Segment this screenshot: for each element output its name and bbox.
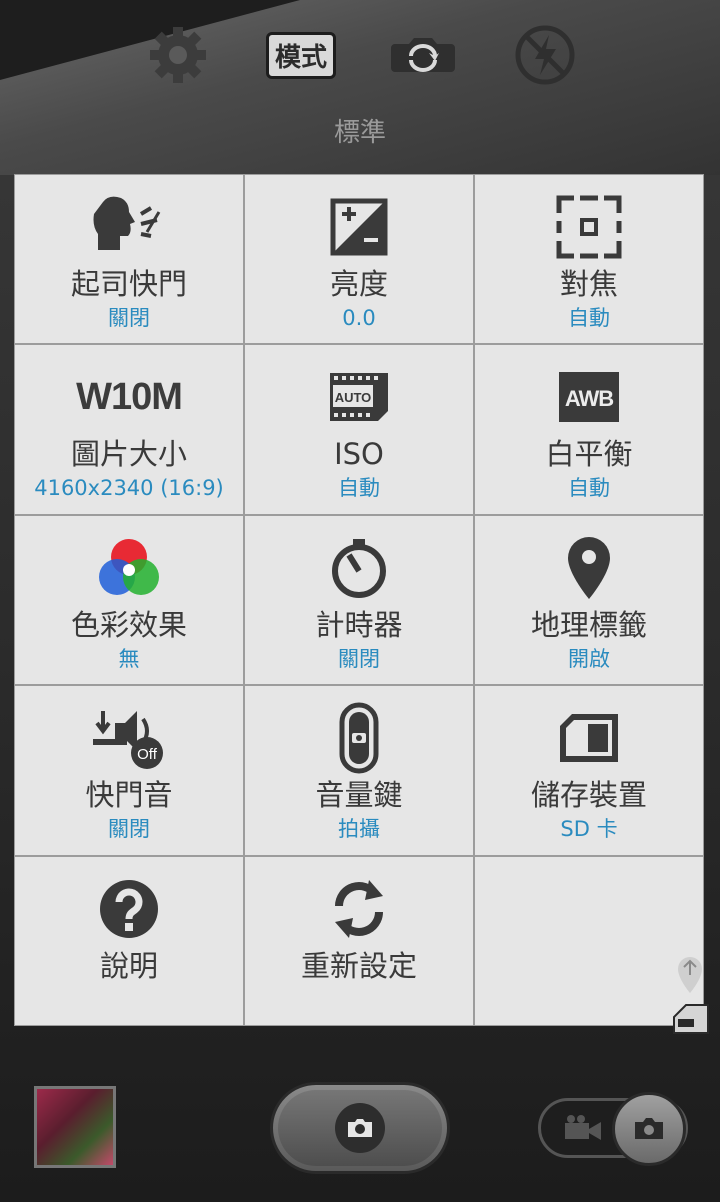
settings-grid: 起司快門 關閉 亮度 0.0 對焦 自動 W10M 圖片大小 4160x2340… xyxy=(14,174,704,1026)
setting-title: 起司快門 xyxy=(70,267,187,301)
iso-auto-icon: AUTO xyxy=(245,357,473,437)
sd-card-icon xyxy=(475,698,703,778)
top-toolbar: 模式 xyxy=(0,20,720,94)
setting-value: 自動 xyxy=(338,476,380,501)
mode-button-label: 模式 xyxy=(265,31,336,79)
setting-title: 圖片大小 xyxy=(70,437,187,472)
help-icon xyxy=(15,869,243,949)
resolution-icon-text: W10M xyxy=(76,375,183,418)
setting-value: 自動 xyxy=(568,306,610,330)
setting-brightness[interactable]: 亮度 0.0 xyxy=(244,174,474,345)
side-status-icons xyxy=(672,955,712,1040)
setting-title: 對焦 xyxy=(559,267,618,301)
flash-off-icon[interactable] xyxy=(510,20,580,90)
resolution-icon: W10M xyxy=(15,357,243,437)
reset-icon xyxy=(245,869,473,949)
setting-title: 說明 xyxy=(99,948,158,983)
setting-focus[interactable]: 對焦 自動 xyxy=(474,174,704,345)
setting-reset[interactable]: 重新設定 xyxy=(244,855,474,1026)
setting-title: 白平衡 xyxy=(545,437,633,472)
volume-key-icon xyxy=(245,698,473,778)
awb-icon-text: AWB xyxy=(565,386,613,411)
current-mode-label: 標準 xyxy=(333,118,386,148)
setting-value: 無 xyxy=(118,646,140,671)
setting-geotag[interactable]: 地理標籤 開啟 xyxy=(474,514,704,686)
setting-value: 關閉 xyxy=(108,306,150,330)
iso-icon-text: AUTO xyxy=(335,390,372,405)
setting-value: SD 卡 xyxy=(560,817,618,842)
setting-title: 地理標籤 xyxy=(530,607,647,642)
switch-camera-icon[interactable] xyxy=(385,20,461,90)
exposure-icon xyxy=(245,187,473,267)
empty-cell xyxy=(474,855,704,1026)
settings-gear-icon[interactable] xyxy=(143,20,213,90)
awb-icon: AWB xyxy=(475,357,703,437)
camera-mode-knob[interactable] xyxy=(612,1092,686,1166)
shutter-sound-off-icon: Off xyxy=(15,698,243,778)
setting-value: 4160x2340 (16:9) xyxy=(34,476,224,501)
setting-title: 重新設定 xyxy=(300,948,417,983)
setting-timer[interactable]: 計時器 關閉 xyxy=(244,514,474,686)
bottom-controls xyxy=(0,1040,720,1202)
focus-frame-icon xyxy=(475,187,703,267)
setting-picture-size[interactable]: W10M 圖片大小 4160x2340 (16:9) xyxy=(14,344,244,515)
setting-shutter-sound[interactable]: Off 快門音 關閉 xyxy=(14,685,244,856)
video-camera-icon xyxy=(565,1115,601,1140)
setting-white-balance[interactable]: AWB 白平衡 自動 xyxy=(474,344,704,515)
mode-button[interactable]: 模式 xyxy=(263,20,339,90)
setting-title: 色彩效果 xyxy=(70,607,187,642)
setting-title: 儲存裝置 xyxy=(530,778,647,813)
color-circles-icon xyxy=(15,528,243,608)
setting-title: 計時器 xyxy=(315,607,403,642)
setting-cheese-shutter[interactable]: 起司快門 關閉 xyxy=(14,174,244,345)
photo-camera-icon xyxy=(635,1118,663,1139)
setting-title: 亮度 xyxy=(329,267,388,301)
setting-title: 音量鍵 xyxy=(315,778,403,813)
location-pin-icon xyxy=(475,528,703,608)
face-voice-icon xyxy=(15,187,243,267)
setting-value: 拍攝 xyxy=(338,817,380,842)
setting-title: ISO xyxy=(334,437,384,472)
setting-value: 關閉 xyxy=(108,817,150,842)
timer-icon xyxy=(245,528,473,608)
setting-value: 自動 xyxy=(568,476,610,501)
setting-iso[interactable]: AUTO ISO 自動 xyxy=(244,344,474,515)
setting-storage[interactable]: 儲存裝置 SD 卡 xyxy=(474,685,704,856)
sound-off-icon-text: Off xyxy=(137,746,158,763)
setting-value: 0.0 xyxy=(342,306,376,330)
shutter-inner xyxy=(278,1090,442,1166)
setting-volume-key[interactable]: 音量鍵 拍攝 xyxy=(244,685,474,856)
setting-value: 關閉 xyxy=(338,646,380,671)
camera-icon xyxy=(335,1103,385,1153)
setting-help[interactable]: 說明 xyxy=(14,855,244,1026)
setting-value: 開啟 xyxy=(568,646,610,671)
setting-title: 快門音 xyxy=(85,778,173,813)
shutter-button[interactable] xyxy=(270,1082,450,1174)
setting-color-effect[interactable]: 色彩效果 無 xyxy=(14,514,244,686)
gallery-thumbnail[interactable] xyxy=(34,1086,116,1168)
